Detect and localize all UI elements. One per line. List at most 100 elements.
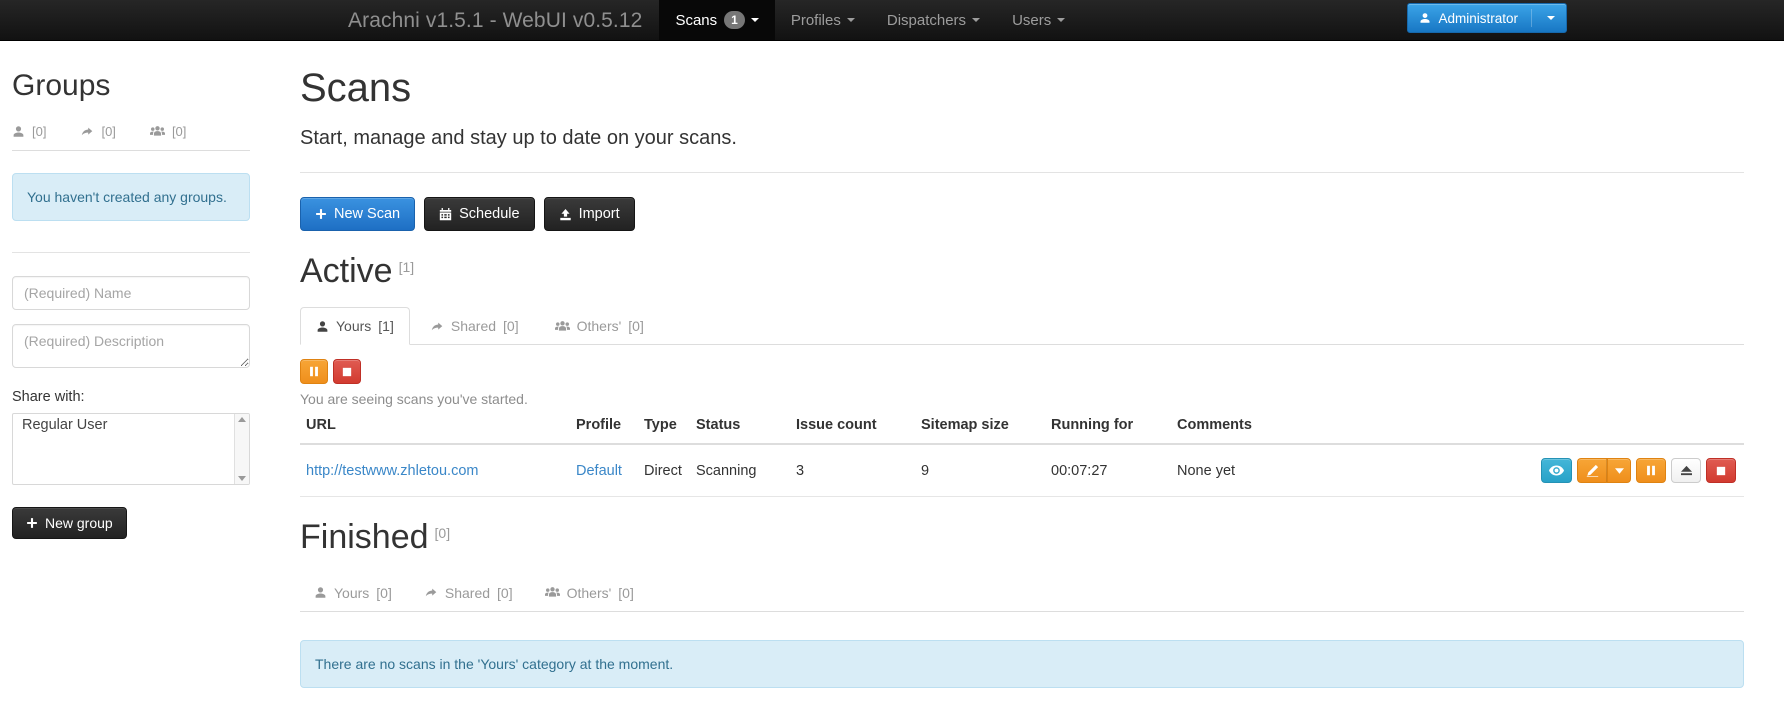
column-header-type: Type: [638, 417, 690, 446]
tab-finished-others[interactable]: Others' [0]: [531, 574, 648, 612]
administrator-menu-button[interactable]: Administrator: [1407, 3, 1567, 33]
stop-icon: [1716, 466, 1726, 476]
pause-icon: [309, 366, 319, 377]
pause-scan-button[interactable]: [1636, 458, 1666, 484]
upload-icon: [559, 208, 572, 221]
column-header-profile: Profile: [570, 417, 638, 446]
column-header-sitemap-size: Sitemap size: [915, 417, 1045, 446]
calendar-icon: [439, 207, 452, 221]
tab-active-shared-count: [0]: [503, 318, 519, 335]
scans-scope-note: You are seeing scans you've started.: [300, 391, 528, 408]
groups-filter-tabs: [0] [0] [0]: [12, 124, 250, 151]
bulk-stop-button[interactable]: [333, 359, 361, 385]
brand-title: Arachni v1.5.1 - WebUI v0.5.12: [348, 9, 643, 32]
cell-issue-count: 3: [790, 444, 915, 498]
new-scan-button[interactable]: New Scan: [300, 197, 416, 231]
divider: [1531, 9, 1532, 27]
cell-url: http://testwww.zhletou.com: [300, 444, 570, 498]
table-row: http://testwww.zhletou.com Default Direc…: [300, 444, 1744, 498]
edit-scan-split-button: [1577, 458, 1631, 484]
bulk-pause-button[interactable]: [300, 359, 328, 385]
cell-running-for: 00:07:27: [1045, 444, 1171, 498]
plus-icon: [26, 517, 38, 529]
new-scan-label: New Scan: [334, 206, 401, 222]
active-count: [1]: [398, 259, 415, 275]
nav-menu: Scans 1 Profiles Dispatchers Users: [659, 0, 1081, 40]
tab-active-others[interactable]: Others' [0]: [539, 307, 660, 345]
tab-finished-others-label: Others': [566, 584, 612, 601]
pause-icon: [1646, 465, 1656, 476]
tab-finished-yours[interactable]: Yours [0]: [300, 574, 406, 612]
scroll-down-icon[interactable]: [238, 476, 246, 482]
tab-finished-shared[interactable]: Shared [0]: [410, 574, 527, 612]
table-header-row: URL Profile Type Status Issue count Site…: [300, 417, 1744, 446]
chevron-down-icon: [972, 18, 981, 22]
chevron-down-icon: [750, 18, 759, 22]
sidebar-title: Groups: [12, 69, 111, 102]
share-with-option-regular-user[interactable]: Regular User: [13, 414, 249, 436]
column-header-running-for: Running for: [1045, 417, 1171, 446]
tab-finished-shared-label: Shared: [444, 584, 491, 601]
column-header-comments: Comments: [1171, 417, 1331, 446]
nav-item-scans[interactable]: Scans 1: [659, 0, 775, 40]
view-scan-button[interactable]: [1541, 458, 1572, 484]
import-label: Import: [578, 206, 620, 222]
group-description-input[interactable]: [12, 324, 250, 369]
new-group-button[interactable]: New group: [12, 507, 127, 540]
pencil-icon: [1586, 464, 1599, 478]
share-with-select[interactable]: Regular User: [12, 413, 250, 486]
column-header-url: URL: [300, 417, 570, 446]
stop-scan-button[interactable]: [1706, 458, 1736, 484]
finished-scan-tabs: Yours [0] Shared [0] Others' [0]: [300, 574, 1744, 612]
cell-actions: [1331, 444, 1744, 498]
new-group-label: New group: [45, 515, 113, 532]
scan-profile-link[interactable]: Default: [576, 463, 622, 479]
cell-status: Scanning: [690, 444, 790, 498]
active-scans-table: URL Profile Type Status Issue count Site…: [300, 417, 1744, 498]
nav-item-dispatchers[interactable]: Dispatchers: [871, 0, 996, 40]
nav-item-users[interactable]: Users: [996, 0, 1081, 40]
bulk-actions-toolbar: [300, 359, 1744, 385]
edit-scan-dropdown-button[interactable]: [1607, 458, 1631, 484]
finished-section-heading: Finished [0]: [300, 519, 1744, 556]
cell-type: Direct: [638, 444, 690, 498]
select-scrollbar[interactable]: [234, 414, 249, 485]
chevron-down-icon: [1547, 16, 1555, 20]
nav-label-scans: Scans: [675, 11, 718, 29]
tab-active-yours[interactable]: Yours [1]: [300, 307, 410, 346]
import-button[interactable]: Import: [543, 197, 635, 231]
content-divider: [300, 172, 1744, 173]
tab-finished-shared-count: [0]: [497, 584, 513, 601]
edit-scan-button[interactable]: [1577, 458, 1607, 484]
navbar-right: Administrator: [1407, 3, 1567, 33]
users-group-icon: [544, 586, 560, 599]
tab-active-yours-label: Yours: [336, 318, 372, 335]
nav-label-dispatchers: Dispatchers: [886, 11, 967, 29]
groups-tab-others-count: [0]: [171, 124, 187, 139]
scans-count-badge: 1: [724, 11, 745, 29]
schedule-label: Schedule: [459, 206, 520, 222]
scan-url-link[interactable]: http://testwww.zhletou.com: [306, 463, 478, 479]
groups-tab-others[interactable]: [0]: [149, 124, 187, 139]
groups-tab-shared[interactable]: [0]: [80, 124, 116, 139]
active-heading-text: Active: [300, 252, 393, 290]
eject-scan-button[interactable]: [1671, 458, 1701, 484]
groups-tab-shared-count: [0]: [101, 124, 116, 139]
caret-down-icon: [1614, 468, 1624, 474]
tab-finished-yours-count: [0]: [376, 584, 392, 601]
tab-active-shared[interactable]: Shared [0]: [414, 307, 535, 345]
chevron-down-icon: [846, 18, 855, 22]
nav-item-profiles[interactable]: Profiles: [775, 0, 871, 40]
chevron-down-icon: [1057, 18, 1066, 22]
scroll-up-icon[interactable]: [238, 417, 246, 423]
page-title: Scans: [300, 66, 412, 110]
nav-label-users: Users: [1012, 11, 1052, 29]
eye-icon: [1549, 465, 1564, 476]
groups-tab-yours[interactable]: [0]: [12, 124, 46, 139]
group-name-input[interactable]: [12, 276, 250, 311]
active-scan-tabs: Yours [1] Shared [0] Others' [0]: [300, 307, 1744, 346]
tab-active-others-label: Others': [576, 318, 622, 335]
share-arrow-icon: [424, 586, 438, 599]
share-arrow-icon: [430, 320, 444, 333]
schedule-button[interactable]: Schedule: [424, 197, 535, 231]
